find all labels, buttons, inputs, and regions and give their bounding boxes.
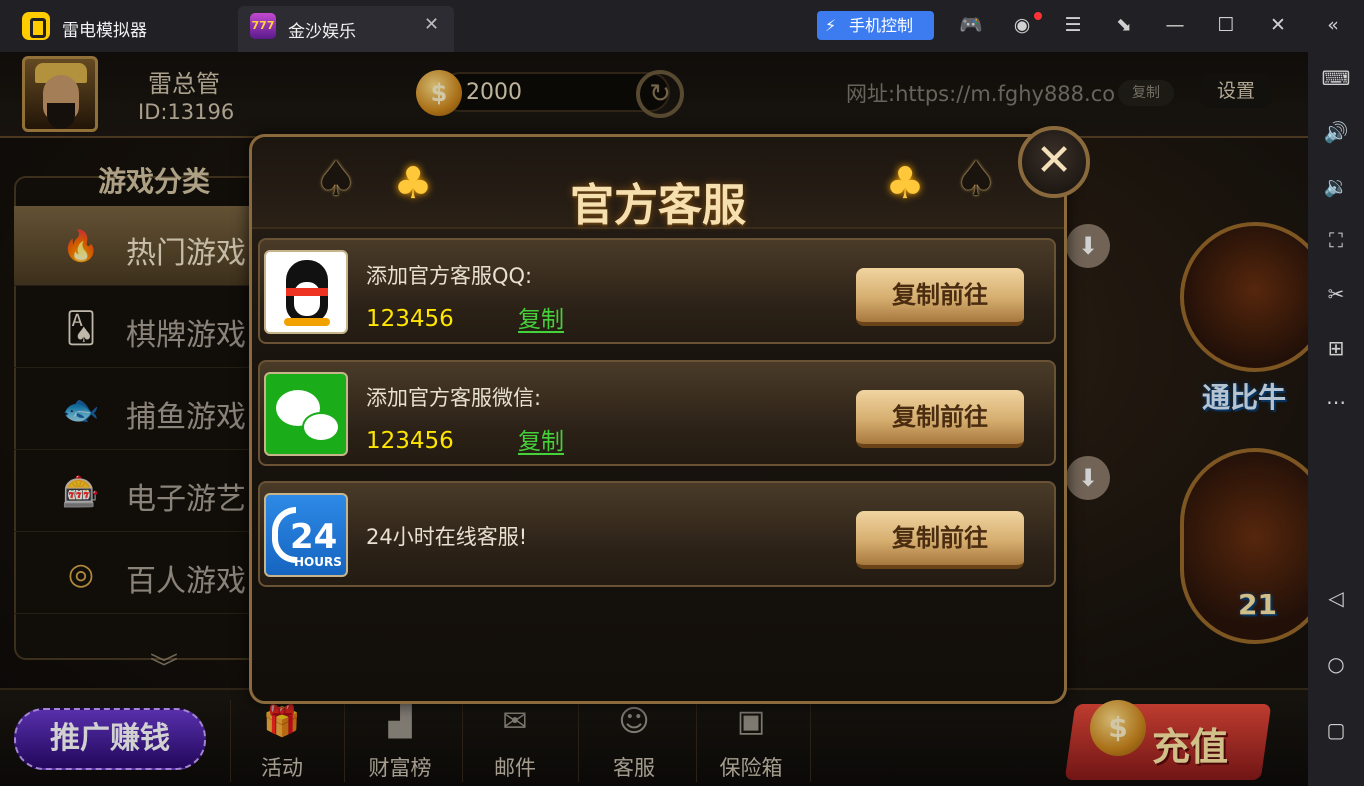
copy-wechat-link[interactable]: 复制: [518, 422, 564, 456]
modal-title: 官方客服: [570, 180, 746, 231]
hours-24-text: HOURS: [294, 555, 342, 569]
lightning-icon: ⚡: [825, 16, 837, 35]
emulator-logo-icon: [22, 12, 50, 40]
hours-24-icon: 24 HOURS: [264, 493, 348, 577]
qq-penguin-scarf: [286, 288, 328, 296]
tab-title: 金沙娱乐: [288, 22, 356, 42]
emulator-app-name: 雷电模拟器: [62, 21, 147, 41]
row-title: 添加官方客服QQ:: [366, 264, 533, 288]
row-title: 添加官方客服微信:: [366, 386, 542, 410]
phone-control-label: 手机控制: [849, 16, 914, 35]
minimize-icon[interactable]: —: [1162, 12, 1188, 38]
home-icon[interactable]: ○: [1320, 648, 1352, 680]
copy-qq-link[interactable]: 复制: [518, 300, 564, 334]
emulator-sidebar: ⌨ 🔊 🔉 ⛶ ✂ ⊞ ⋯ ◁ ○ ▢: [1308, 52, 1364, 786]
tab-jinsha[interactable]: 777 金沙娱乐 ✕: [238, 6, 454, 52]
gamepad-icon[interactable]: 🎮: [958, 12, 984, 38]
close-icon[interactable]: ✕: [1265, 12, 1291, 38]
service-row-qq: 添加官方客服QQ: 123456 复制 复制前往: [258, 238, 1056, 344]
menu-icon[interactable]: ☰: [1060, 12, 1086, 38]
account-icon[interactable]: ◉: [1009, 12, 1035, 38]
scissors-icon[interactable]: ✂: [1320, 278, 1352, 310]
qq-penguin-feet: [284, 318, 330, 326]
more-icon[interactable]: ⋯: [1320, 386, 1352, 418]
wechat-bubble: [302, 412, 340, 442]
hours-24-number: 24: [290, 517, 338, 557]
game-app-icon: 777: [250, 13, 276, 39]
minimize-to-tray-icon[interactable]: ⬊: [1111, 12, 1137, 38]
qq-icon: [264, 250, 348, 334]
keyboard-icon[interactable]: ⌨: [1320, 62, 1352, 94]
row-title: 24小时在线客服!: [366, 525, 528, 549]
back-icon[interactable]: ◁: [1320, 582, 1352, 614]
copy-goto-wechat-button[interactable]: 复制前往: [856, 390, 1024, 448]
service-row-wechat: 添加官方客服微信: 123456 复制 复制前往: [258, 360, 1056, 466]
qq-number: 123456: [366, 306, 454, 332]
screenshot-icon[interactable]: ⛶: [1320, 224, 1352, 256]
wechat-number: 123456: [366, 428, 454, 454]
copy-goto-qq-button[interactable]: 复制前往: [856, 268, 1024, 326]
modal-close-button[interactable]: ✕: [1018, 126, 1090, 198]
emulator-window: 雷电模拟器 777 金沙娱乐 ✕ ⚡ 手机控制 🎮 ◉ ☰ ⬊ — ☐ ✕ « …: [0, 0, 1364, 786]
collapse-sidebar-icon[interactable]: «: [1320, 12, 1346, 38]
tab-close-icon[interactable]: ✕: [424, 14, 439, 35]
add-app-icon[interactable]: ⊞: [1320, 332, 1352, 364]
wechat-icon: [264, 372, 348, 456]
modal-header: ♠ ♣ ♣ ♠ 官方客服: [252, 137, 1064, 231]
phone-control-button[interactable]: ⚡ 手机控制: [817, 11, 934, 40]
recent-apps-icon[interactable]: ▢: [1320, 714, 1352, 746]
maximize-icon[interactable]: ☐: [1213, 12, 1239, 38]
volume-up-icon[interactable]: 🔊: [1320, 116, 1352, 148]
copy-goto-online-service-button[interactable]: 复制前往: [856, 511, 1024, 569]
service-row-24h: 24 HOURS 24小时在线客服! 复制前往: [258, 481, 1056, 587]
volume-down-icon[interactable]: 🔉: [1320, 170, 1352, 202]
emulator-titlebar: 雷电模拟器 777 金沙娱乐 ✕ ⚡ 手机控制 🎮 ◉ ☰ ⬊ — ☐ ✕ «: [0, 0, 1364, 52]
notification-dot: [1034, 12, 1042, 20]
